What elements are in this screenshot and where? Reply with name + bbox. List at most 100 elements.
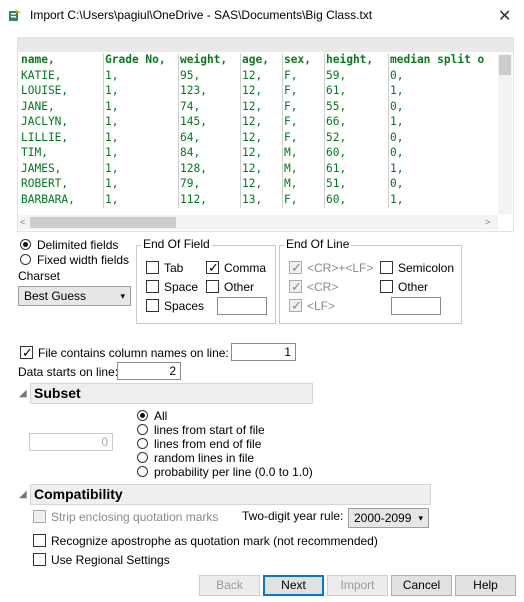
column-header: median split o	[390, 53, 485, 66]
collapse-triangle-icon[interactable]: ◢	[19, 388, 27, 399]
subset-end-radio[interactable]	[137, 438, 148, 449]
table-cell: 59,	[324, 68, 389, 84]
table-cell: 12,	[240, 177, 283, 193]
table-cell: 0,	[390, 146, 404, 159]
field-other-label: Other	[224, 280, 255, 294]
table-cell: 1,	[103, 130, 179, 146]
field-other-input[interactable]	[217, 297, 267, 315]
year-rule-label: Two-digit year rule:	[242, 509, 344, 523]
subset-section-header[interactable]: Subset	[30, 383, 313, 404]
subset-probability-radio[interactable]	[137, 466, 148, 477]
cancel-button[interactable]: Cancel	[391, 575, 452, 596]
subset-option-label: lines from start of file	[154, 423, 265, 437]
table-cell: 61,	[324, 161, 389, 177]
table-cell: 95,	[178, 68, 241, 84]
table-cell: 12,	[240, 130, 283, 146]
delimited-fields-radio[interactable]	[20, 239, 31, 250]
data-starts-label: Data starts on line:	[18, 365, 119, 379]
subset-option-label: All	[154, 409, 168, 423]
spaces-label: Spaces	[164, 299, 205, 313]
column-names-label: File contains column names on line:	[38, 346, 229, 360]
spaces-checkbox[interactable]	[146, 299, 159, 312]
table-cell: 1,	[390, 192, 404, 206]
subset-random-radio[interactable]	[137, 452, 148, 463]
line-other-checkbox[interactable]	[380, 280, 393, 293]
table-cell: M,	[282, 146, 325, 162]
compatibility-section-header[interactable]: Compatibility	[30, 484, 431, 505]
column-names-line-input[interactable]: 1	[231, 343, 296, 361]
apostrophe-checkbox[interactable]	[33, 534, 46, 547]
import-button[interactable]: Import	[327, 575, 388, 596]
data-preview[interactable]: name, Grade No, weight, age, sex, height, medi…	[17, 37, 514, 232]
table-row: KATIE, 1, 95, 12, F, 59, 0,	[20, 68, 493, 84]
next-button[interactable]: Next	[263, 575, 324, 596]
back-button[interactable]: Back	[199, 575, 260, 596]
field-other-checkbox[interactable]	[206, 280, 219, 293]
column-header: Grade No,	[103, 53, 179, 69]
checkmark-icon: ✓	[291, 298, 302, 313]
table-cell: ROBERT,	[20, 177, 104, 193]
crlf-checkbox[interactable]: ✓	[289, 261, 302, 274]
checkmark-icon: ✓	[208, 260, 219, 275]
preview-table: name, Grade No, weight, age, sex, height, medi…	[20, 53, 493, 208]
checkmark-icon: ✓	[22, 345, 33, 360]
table-cell: JAMES,	[20, 161, 104, 177]
horizontal-scrollbar[interactable]: < >	[18, 215, 498, 230]
semicolon-checkbox[interactable]	[380, 261, 393, 274]
strip-quotes-checkbox[interactable]	[33, 510, 46, 523]
lf-checkbox[interactable]: ✓	[289, 299, 302, 312]
vertical-scrollbar[interactable]	[498, 54, 512, 214]
table-cell: F,	[282, 99, 325, 115]
fixed-width-fields-radio[interactable]	[20, 254, 31, 265]
chevron-down-icon: ▾	[418, 513, 423, 523]
charset-label: Charset	[18, 269, 61, 283]
scrollbar-thumb[interactable]	[30, 217, 176, 228]
table-row: JAMES, 1, 128, 12, M, 61, 1,	[20, 161, 493, 177]
table-cell: 61,	[324, 84, 389, 100]
data-starts-line-input[interactable]: 2	[117, 362, 181, 380]
space-checkbox[interactable]	[146, 280, 159, 293]
table-cell: 0,	[390, 68, 404, 82]
collapse-triangle-icon[interactable]: ◢	[19, 489, 27, 500]
line-other-input[interactable]	[391, 297, 441, 315]
space-label: Space	[164, 280, 199, 294]
table-cell: 12,	[240, 161, 283, 177]
chevron-down-icon: ▾	[120, 291, 125, 301]
regional-settings-checkbox[interactable]	[33, 553, 46, 566]
table-cell: 12,	[240, 146, 283, 162]
scroll-right-icon[interactable]: >	[485, 217, 490, 227]
subset-all-radio[interactable]	[137, 410, 148, 421]
column-names-checkbox[interactable]: ✓	[20, 346, 33, 359]
table-cell: M,	[282, 161, 325, 177]
table-cell: 79,	[178, 177, 241, 193]
table-cell: 12,	[240, 84, 283, 100]
table-cell: LOUISE,	[20, 84, 104, 100]
subset-option-label: random lines in file	[154, 451, 255, 465]
table-cell: 112,	[178, 192, 241, 208]
comma-label: Comma	[224, 261, 267, 275]
help-button[interactable]: Help	[455, 575, 516, 596]
table-cell: BARBARA,	[20, 192, 104, 208]
table-cell: TIM,	[20, 146, 104, 162]
table-cell: 1,	[103, 177, 179, 193]
close-icon[interactable]: ✕	[498, 6, 511, 26]
scrollbar-thumb[interactable]	[499, 55, 511, 75]
table-cell: 12,	[240, 68, 283, 84]
tab-checkbox[interactable]	[146, 261, 159, 274]
table-cell: 66,	[324, 115, 389, 131]
table-row: LILLIE, 1, 64, 12, F, 52, 0,	[20, 130, 493, 146]
comma-checkbox[interactable]: ✓	[206, 261, 219, 274]
subset-count-input[interactable]: 0	[29, 433, 113, 451]
table-cell: KATIE,	[20, 68, 104, 84]
charset-select[interactable]: Best Guess ▾	[18, 286, 131, 306]
table-cell: 13,	[240, 192, 283, 208]
fixed-width-fields-label: Fixed width fields	[37, 253, 130, 267]
scroll-left-icon[interactable]: <	[20, 217, 25, 227]
year-rule-select[interactable]: 2000-2099 ▾	[348, 508, 429, 528]
table-row: BARBARA, 1, 112, 13, F, 60, 1,	[20, 192, 493, 208]
column-header: age,	[240, 53, 283, 69]
table-row: JANE, 1, 74, 12, F, 55, 0,	[20, 99, 493, 115]
cr-checkbox[interactable]: ✓	[289, 280, 302, 293]
table-row: ROBERT, 1, 79, 12, M, 51, 0,	[20, 177, 493, 193]
subset-start-radio[interactable]	[137, 424, 148, 435]
